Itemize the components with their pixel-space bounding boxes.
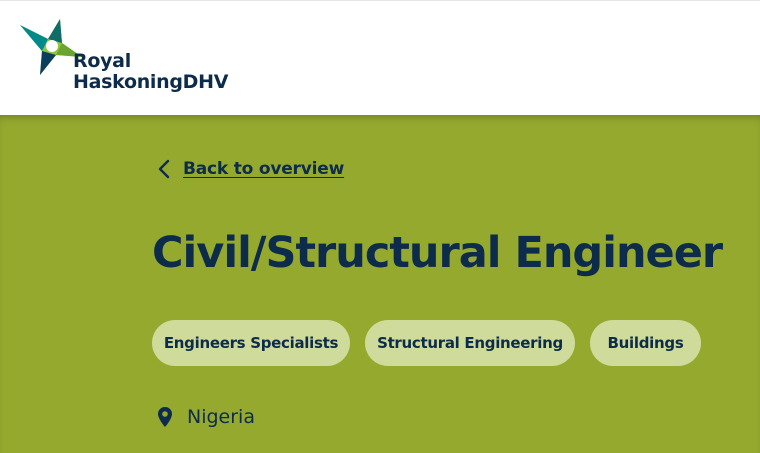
tag-engineers-specialists[interactable]: Engineers Specialists: [152, 320, 350, 366]
back-link-label: Back to overview: [183, 159, 345, 179]
chevron-left-icon: [158, 159, 170, 179]
brand-line-1: Royal: [73, 50, 131, 72]
job-title: Civil/Structural Engineer: [152, 228, 723, 278]
brand-logo[interactable]: Royal HaskoningDHV: [18, 17, 248, 101]
map-pin-icon: [158, 407, 172, 427]
tag-structural-engineering[interactable]: Structural Engineering: [365, 320, 575, 366]
site-header: Royal HaskoningDHV: [0, 0, 760, 115]
location-text: Nigeria: [187, 406, 255, 428]
job-hero: [0, 115, 760, 453]
brand-wordmark: Royal HaskoningDHV: [73, 51, 228, 93]
back-to-overview-link[interactable]: Back to overview: [157, 158, 344, 180]
brand-line-2: HaskoningDHV: [73, 71, 229, 93]
job-location: Nigeria: [157, 406, 255, 428]
tag-buildings[interactable]: Buildings: [590, 320, 701, 366]
